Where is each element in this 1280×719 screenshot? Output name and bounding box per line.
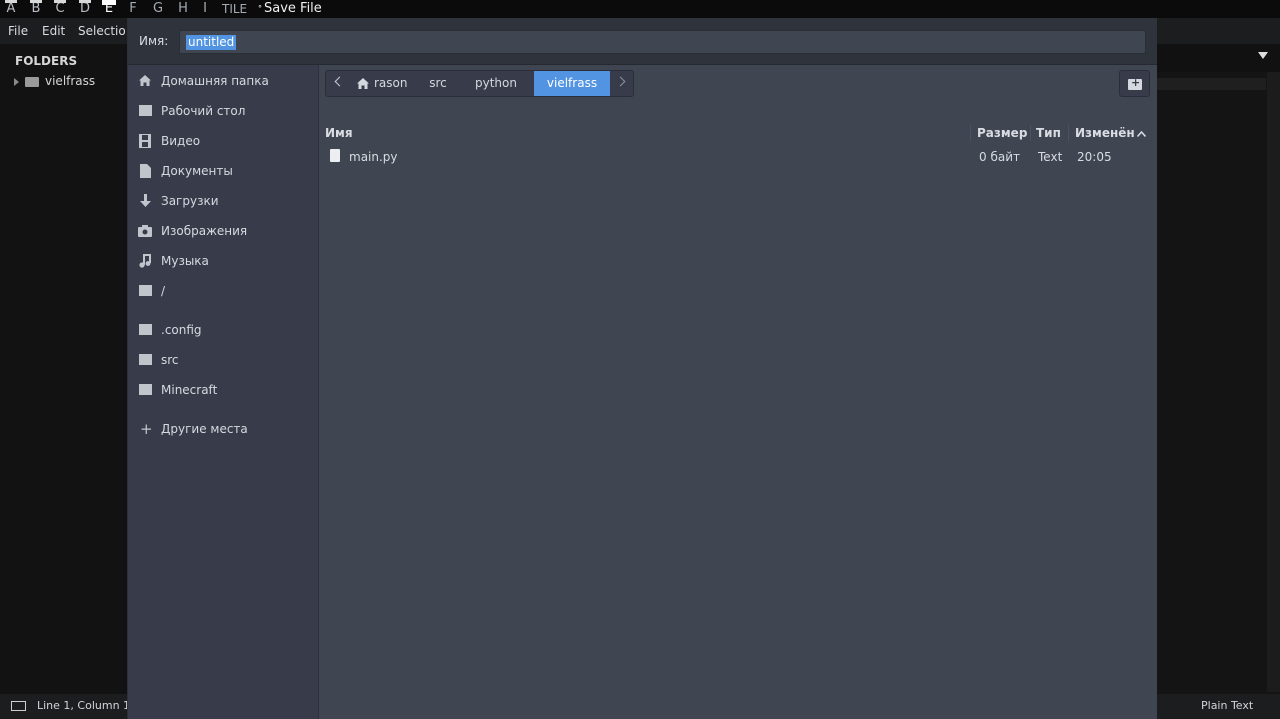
folder-icon (139, 324, 152, 335)
folders-header: FOLDERS (15, 54, 78, 68)
path-segment-vielfrass[interactable]: vielfrass (534, 71, 610, 96)
file-size: 0 байт (979, 150, 1020, 164)
workspace-bar: A B C D E F G H I TILE ° Save File (0, 0, 1280, 18)
download-icon (140, 194, 151, 207)
cursor-position: Line 1, Column 1 (37, 699, 131, 712)
place-src[interactable]: src (128, 348, 319, 372)
place-home[interactable]: Домашняя папка (128, 69, 319, 93)
current-line-highlight (1156, 78, 1266, 90)
filename-input[interactable]: untitled (179, 30, 1146, 54)
column-size[interactable]: Размер (977, 122, 1027, 144)
place-downloads[interactable]: Загрузки (128, 189, 319, 213)
layout-mode[interactable]: TILE (222, 0, 247, 18)
chevron-left-icon (334, 76, 345, 87)
path-segment-python[interactable]: python (458, 71, 534, 96)
place-config[interactable]: .config (128, 318, 319, 342)
home-icon (139, 75, 151, 86)
editor-view (1156, 44, 1280, 694)
place-videos[interactable]: Видео (128, 129, 319, 153)
place-other-locations[interactable]: + Другие места (128, 417, 319, 441)
place-pictures[interactable]: Изображения (128, 219, 319, 243)
file-browser: rason src python vielfrass Имя Размер Ти… (319, 65, 1157, 719)
file-row[interactable]: main.py 0 байт Text 20:05 (319, 146, 1157, 168)
path-segment-home[interactable]: rason (348, 71, 418, 96)
new-folder-icon (1128, 76, 1142, 90)
scrollbar[interactable] (1267, 72, 1280, 692)
filename-label: Имя: (139, 34, 169, 48)
save-file-dialog: Имя: untitled Домашняя папка Рабочий сто… (127, 18, 1157, 719)
document-icon (140, 164, 151, 178)
column-separator (1030, 125, 1031, 141)
folder-icon (25, 76, 39, 87)
folders-sidebar: FOLDERS vielfrass (0, 44, 130, 694)
workspace-e[interactable]: E (102, 0, 116, 16)
place-minecraft[interactable]: Minecraft (128, 378, 319, 402)
panel-toggle-icon[interactable] (11, 701, 26, 711)
filename-selected-text[interactable]: untitled (186, 35, 237, 50)
chevron-right-icon (615, 76, 626, 87)
sort-ascending-icon (1136, 122, 1147, 144)
syntax-mode[interactable]: Plain Text (1201, 694, 1253, 718)
path-bar: rason src python vielfrass (325, 70, 634, 97)
workspace-f[interactable]: F (126, 0, 140, 16)
path-back-button[interactable] (326, 71, 348, 96)
place-root[interactable]: / (128, 279, 319, 303)
place-desktop[interactable]: Рабочий стол (128, 99, 319, 123)
workspace-b[interactable]: B (29, 0, 43, 16)
place-documents[interactable]: Документы (128, 159, 319, 183)
column-modified[interactable]: Изменён (1075, 122, 1135, 144)
workspace-d[interactable]: D (78, 0, 92, 16)
file-name: main.py (349, 150, 398, 164)
column-separator (1068, 125, 1069, 141)
camera-icon (138, 225, 152, 237)
plus-icon: + (140, 420, 153, 438)
folder-icon (139, 354, 152, 365)
workspace-g[interactable]: G (151, 0, 165, 16)
workspace-a[interactable]: A (4, 0, 18, 16)
filename-row: Имя: untitled (128, 18, 1157, 65)
video-icon (139, 134, 151, 148)
path-forward-button[interactable] (610, 71, 634, 96)
workspace-c[interactable]: C (53, 0, 67, 16)
places-sidebar: Домашняя папка Рабочий стол Видео Докуме… (128, 65, 319, 719)
disclosure-triangle-icon[interactable] (14, 77, 19, 86)
workspace-i[interactable]: I (198, 0, 212, 16)
menu-selection[interactable]: Selectio (78, 18, 126, 44)
file-type: Text (1038, 150, 1063, 164)
column-header: Имя Размер Тип Изменён (319, 122, 1157, 144)
column-separator (970, 125, 971, 141)
file-icon (330, 149, 340, 162)
desktop-icon (139, 105, 152, 116)
file-modified: 20:05 (1077, 150, 1112, 164)
path-segment-src[interactable]: src (418, 71, 458, 96)
column-type[interactable]: Тип (1036, 122, 1061, 144)
home-icon (357, 78, 369, 89)
folder-icon (139, 285, 152, 296)
menu-file[interactable]: File (8, 18, 28, 44)
new-folder-button[interactable] (1119, 70, 1150, 97)
music-icon (139, 254, 151, 268)
floating-indicator-icon: ° (258, 4, 262, 13)
place-music[interactable]: Музыка (128, 249, 319, 273)
folder-icon (139, 384, 152, 395)
workspace-h[interactable]: H (176, 0, 190, 16)
column-name[interactable]: Имя (325, 122, 353, 144)
sidebar-folder-vielfrass[interactable]: vielfrass (14, 74, 95, 88)
menu-edit[interactable]: Edit (42, 18, 65, 44)
tab-dropdown-icon[interactable] (1258, 52, 1268, 59)
window-title: ° Save File (258, 1, 322, 16)
